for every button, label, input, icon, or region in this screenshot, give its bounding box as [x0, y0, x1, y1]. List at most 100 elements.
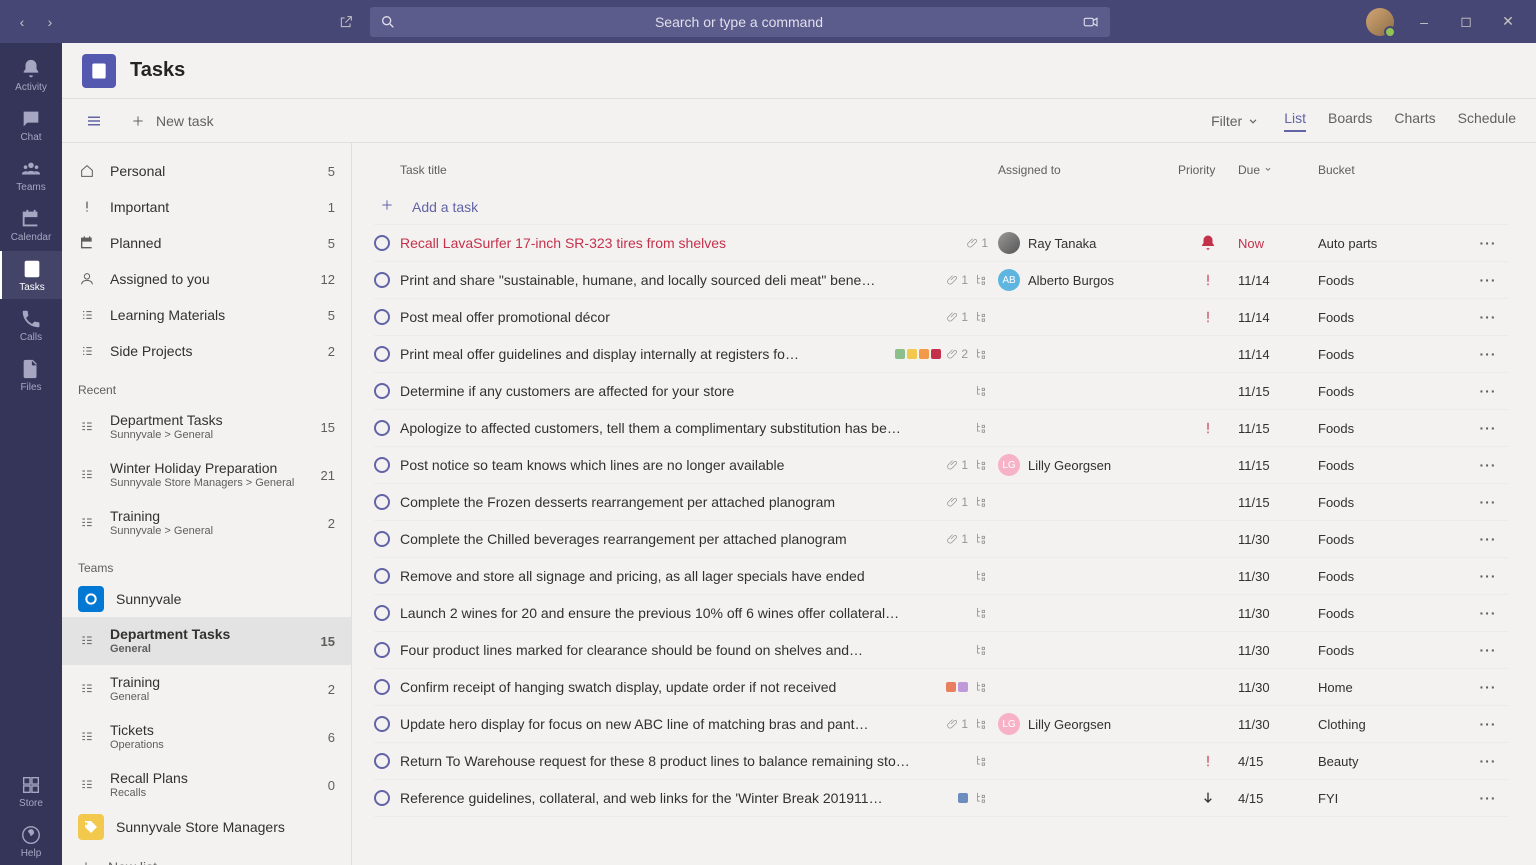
- plan-item[interactable]: Recall PlansRecalls0: [62, 761, 351, 809]
- col-priority[interactable]: Priority: [1178, 163, 1238, 177]
- task-due[interactable]: 11/15: [1238, 384, 1318, 399]
- task-bucket[interactable]: Foods: [1318, 643, 1468, 658]
- task-assignee[interactable]: LGLilly Georgsen: [998, 454, 1178, 476]
- task-due[interactable]: 4/15: [1238, 791, 1318, 806]
- window-close-button[interactable]: ✕: [1496, 10, 1520, 34]
- col-bucket[interactable]: Bucket: [1318, 163, 1468, 177]
- task-row[interactable]: Return To Warehouse request for these 8 …: [374, 743, 1508, 780]
- recent-item[interactable]: Winter Holiday PreparationSunnyvale Stor…: [62, 451, 351, 499]
- rail-item-teams[interactable]: Teams: [0, 151, 62, 199]
- task-due[interactable]: 11/30: [1238, 569, 1318, 584]
- team-item[interactable]: Sunnyvale Store Managers: [62, 809, 351, 845]
- task-more-button[interactable]: ···: [1468, 235, 1508, 251]
- task-priority[interactable]: [1178, 308, 1238, 326]
- task-due[interactable]: 4/15: [1238, 754, 1318, 769]
- task-more-button[interactable]: ···: [1468, 642, 1508, 658]
- rail-item-calls[interactable]: Calls: [0, 301, 62, 349]
- task-more-button[interactable]: ···: [1468, 457, 1508, 473]
- view-tab-schedule[interactable]: Schedule: [1458, 110, 1516, 132]
- search-input[interactable]: [404, 14, 1074, 30]
- task-assignee[interactable]: LGLilly Georgsen: [998, 713, 1178, 735]
- task-due[interactable]: 11/14: [1238, 273, 1318, 288]
- task-complete-toggle[interactable]: [374, 679, 390, 695]
- profile-avatar[interactable]: [1366, 8, 1394, 36]
- task-more-button[interactable]: ···: [1468, 494, 1508, 510]
- task-row[interactable]: Apologize to affected customers, tell th…: [374, 410, 1508, 447]
- task-complete-toggle[interactable]: [374, 568, 390, 584]
- task-more-button[interactable]: ···: [1468, 568, 1508, 584]
- task-due[interactable]: 11/14: [1238, 310, 1318, 325]
- task-priority[interactable]: [1178, 419, 1238, 437]
- task-bucket[interactable]: Foods: [1318, 458, 1468, 473]
- task-bucket[interactable]: Foods: [1318, 347, 1468, 362]
- rail-item-tasks[interactable]: Tasks: [0, 251, 62, 299]
- task-row[interactable]: Confirm receipt of hanging swatch displa…: [374, 669, 1508, 706]
- task-assignee[interactable]: ABAlberto Burgos: [998, 269, 1178, 291]
- task-bucket[interactable]: Clothing: [1318, 717, 1468, 732]
- task-more-button[interactable]: ···: [1468, 679, 1508, 695]
- task-complete-toggle[interactable]: [374, 716, 390, 732]
- task-more-button[interactable]: ···: [1468, 716, 1508, 732]
- task-row[interactable]: Reference guidelines, collateral, and we…: [374, 780, 1508, 817]
- task-complete-toggle[interactable]: [374, 790, 390, 806]
- window-minimize-button[interactable]: –: [1412, 10, 1436, 34]
- task-row[interactable]: Print and share "sustainable, humane, an…: [374, 262, 1508, 299]
- task-complete-toggle[interactable]: [374, 457, 390, 473]
- task-bucket[interactable]: Auto parts: [1318, 236, 1468, 251]
- task-priority[interactable]: [1178, 271, 1238, 289]
- task-bucket[interactable]: Foods: [1318, 421, 1468, 436]
- task-row[interactable]: Post meal offer promotional décor1 11/14…: [374, 299, 1508, 336]
- task-more-button[interactable]: ···: [1468, 346, 1508, 362]
- task-row[interactable]: Four product lines marked for clearance …: [374, 632, 1508, 669]
- col-due[interactable]: Due: [1238, 163, 1318, 177]
- task-complete-toggle[interactable]: [374, 605, 390, 621]
- rail-item-calendar[interactable]: Calendar: [0, 201, 62, 249]
- task-row[interactable]: Remove and store all signage and pricing…: [374, 558, 1508, 595]
- popout-icon[interactable]: [334, 10, 358, 34]
- smart-list-planned[interactable]: Planned5: [62, 225, 351, 261]
- task-more-button[interactable]: ···: [1468, 531, 1508, 547]
- hamburger-button[interactable]: [82, 109, 106, 133]
- view-tab-list[interactable]: List: [1284, 110, 1306, 132]
- task-due[interactable]: 11/30: [1238, 643, 1318, 658]
- video-icon[interactable]: [1082, 13, 1100, 31]
- col-title[interactable]: Task title: [400, 163, 998, 177]
- view-tab-boards[interactable]: Boards: [1328, 110, 1372, 132]
- task-due[interactable]: 11/30: [1238, 532, 1318, 547]
- task-assignee[interactable]: Ray Tanaka: [998, 232, 1178, 254]
- new-task-button[interactable]: New task: [130, 113, 214, 129]
- task-row[interactable]: Recall LavaSurfer 17-inch SR-323 tires f…: [374, 225, 1508, 262]
- task-due[interactable]: 11/30: [1238, 606, 1318, 621]
- task-due[interactable]: Now: [1238, 236, 1318, 251]
- task-bucket[interactable]: Home: [1318, 680, 1468, 695]
- task-priority[interactable]: [1178, 790, 1238, 806]
- task-bucket[interactable]: FYI: [1318, 791, 1468, 806]
- task-more-button[interactable]: ···: [1468, 309, 1508, 325]
- task-complete-toggle[interactable]: [374, 383, 390, 399]
- task-more-button[interactable]: ···: [1468, 272, 1508, 288]
- task-priority[interactable]: [1178, 234, 1238, 252]
- task-complete-toggle[interactable]: [374, 309, 390, 325]
- task-more-button[interactable]: ···: [1468, 753, 1508, 769]
- rail-item-store[interactable]: Store: [0, 767, 62, 815]
- nav-forward-button[interactable]: ›: [38, 10, 62, 34]
- task-row[interactable]: Launch 2 wines for 20 and ensure the pre…: [374, 595, 1508, 632]
- recent-item[interactable]: Department TasksSunnyvale > General15: [62, 403, 351, 451]
- smart-list-side-projects[interactable]: Side Projects2: [62, 333, 351, 369]
- task-due[interactable]: 11/15: [1238, 421, 1318, 436]
- task-bucket[interactable]: Foods: [1318, 532, 1468, 547]
- task-more-button[interactable]: ···: [1468, 605, 1508, 621]
- task-complete-toggle[interactable]: [374, 753, 390, 769]
- plan-item[interactable]: Department TasksGeneral15: [62, 617, 351, 665]
- task-bucket[interactable]: Beauty: [1318, 754, 1468, 769]
- task-bucket[interactable]: Foods: [1318, 495, 1468, 510]
- col-assigned[interactable]: Assigned to: [998, 163, 1178, 177]
- task-complete-toggle[interactable]: [374, 235, 390, 251]
- filter-button[interactable]: Filter: [1211, 113, 1260, 129]
- task-bucket[interactable]: Foods: [1318, 273, 1468, 288]
- task-complete-toggle[interactable]: [374, 272, 390, 288]
- task-due[interactable]: 11/30: [1238, 680, 1318, 695]
- task-row[interactable]: Update hero display for focus on new ABC…: [374, 706, 1508, 743]
- plan-item[interactable]: TicketsOperations6: [62, 713, 351, 761]
- task-due[interactable]: 11/15: [1238, 458, 1318, 473]
